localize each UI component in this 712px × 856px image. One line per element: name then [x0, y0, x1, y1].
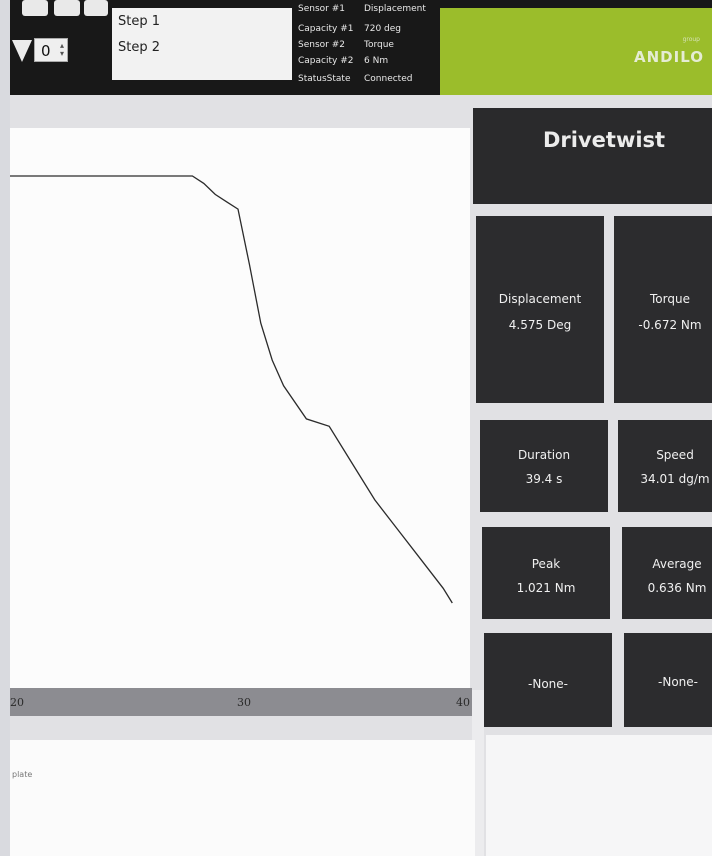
tile-displacement[interactable]: Displacement 4.575 Deg — [476, 216, 604, 403]
tile-label: -None- — [528, 677, 568, 691]
x-tick-label: 20 — [10, 696, 24, 709]
sensor-value: Displacement — [364, 4, 426, 14]
control-button-1[interactable] — [22, 0, 48, 16]
x-tick-label: 30 — [237, 696, 251, 709]
template-panel: plate — [10, 740, 475, 856]
sensor-info: Sensor #1 Displacement Capacity #1 720 deg… — [294, 0, 440, 95]
tile-average[interactable]: Average 0.636 Nm — [622, 527, 712, 619]
app-screen: 0 ▴ ▾ Step 1 Step 2 Sensor #1 Displacement… — [10, 0, 712, 856]
control-button-3[interactable] — [84, 0, 108, 16]
control-button-2[interactable] — [54, 0, 80, 16]
brand-logo: ANDILO — [634, 48, 704, 66]
tile-duration[interactable]: Duration 39.4 s — [480, 420, 608, 512]
steps-list: Step 1 Step 2 — [112, 8, 292, 80]
tile-label: Duration — [517, 448, 571, 462]
sensor-value: Torque — [364, 40, 394, 50]
tile-value: 39.4 s — [525, 472, 563, 486]
spinner-arrows-icon[interactable]: ▴ ▾ — [60, 42, 64, 58]
tile-label: Average — [652, 557, 702, 571]
tile-label: Speed — [656, 448, 694, 462]
sensor-label: StatusState — [298, 74, 351, 84]
series-line — [10, 175, 453, 604]
tile-value: 4.575 Deg — [508, 318, 572, 332]
tile-torque[interactable]: Torque -0.672 Nm — [614, 216, 712, 403]
x-axis-bar: 20 30 40 — [10, 688, 472, 716]
triangle-down-icon[interactable] — [12, 40, 32, 62]
tile-none-2[interactable]: -None- — [624, 633, 712, 727]
brand-banner: group ANDILO — [440, 8, 712, 95]
sensor-label: Sensor #2 — [298, 40, 345, 50]
tile-label: Torque — [650, 292, 690, 306]
step-number-input[interactable]: 0 ▴ ▾ — [34, 38, 68, 62]
tile-value: -0.672 Nm — [638, 318, 702, 332]
tile-value: 34.01 dg/m — [640, 472, 710, 486]
tile-speed[interactable]: Speed 34.01 dg/m — [618, 420, 712, 512]
sensor-value: 6 Nm — [364, 56, 389, 66]
tile-label: Displacement — [498, 292, 582, 306]
tile-none-1[interactable]: -None- — [484, 633, 612, 727]
sensor-value: Connected — [364, 74, 413, 84]
step-item-2[interactable]: Step 2 — [118, 40, 160, 55]
chart-area[interactable] — [10, 128, 470, 688]
tile-value: 0.636 Nm — [647, 581, 707, 595]
step-item-1[interactable]: Step 1 — [118, 14, 160, 29]
test-title-box: Drivetwist — [473, 108, 712, 204]
step-number-value: 0 — [41, 42, 51, 60]
logo-subtext: group — [682, 36, 700, 43]
tile-label: -None- — [658, 675, 698, 689]
sensor-value: 720 deg — [364, 24, 402, 34]
right-empty-area — [486, 735, 712, 856]
template-label: plate — [12, 770, 33, 779]
sensor-label: Sensor #1 — [298, 4, 345, 14]
tile-value: 1.021 Nm — [516, 581, 576, 595]
test-title: Drivetwist — [543, 128, 666, 152]
tile-peak[interactable]: Peak 1.021 Nm — [482, 527, 610, 619]
sensor-label: Capacity #2 — [298, 56, 354, 66]
torque-chart — [10, 175, 453, 604]
sensor-label: Capacity #1 — [298, 24, 354, 34]
tile-label: Peak — [531, 557, 561, 571]
x-tick-label: 40 — [456, 696, 470, 709]
top-bar: 0 ▴ ▾ Step 1 Step 2 Sensor #1 Displacement… — [10, 0, 712, 95]
